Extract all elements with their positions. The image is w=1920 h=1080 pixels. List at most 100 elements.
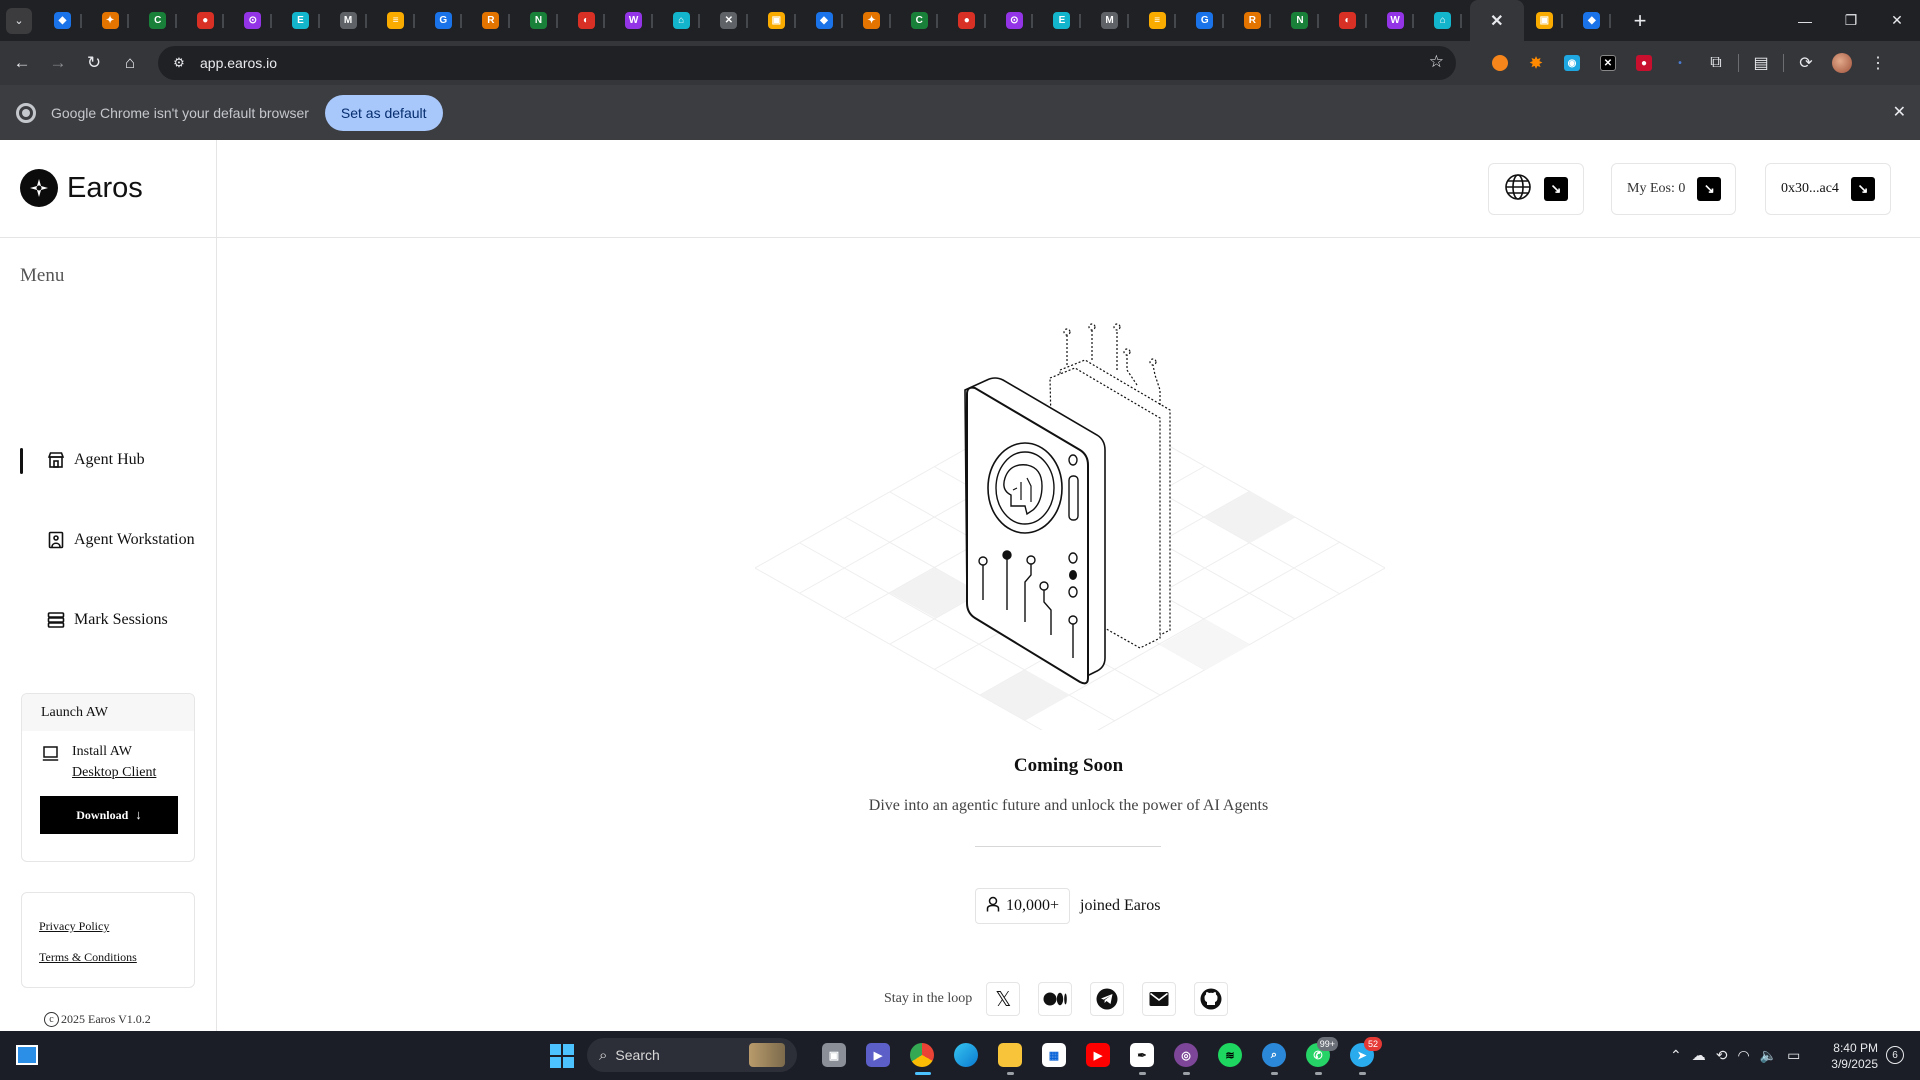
- close-icon[interactable]: ✕: [1488, 12, 1505, 30]
- browser-tab[interactable]: C: [137, 0, 185, 41]
- tab-active[interactable]: ✕: [1469, 0, 1524, 41]
- clock[interactable]: 8:40 PM 3/9/2025: [1820, 1040, 1878, 1072]
- clock-time: 8:40 PM: [1833, 1041, 1878, 1055]
- language-button[interactable]: ↘: [1488, 163, 1584, 215]
- browser-tab[interactable]: ✕: [708, 0, 756, 41]
- chevron-up-icon[interactable]: ⌃: [1670, 1047, 1682, 1064]
- site-info-icon[interactable]: ⚙: [164, 55, 194, 71]
- browser-tab[interactable]: ⌂: [661, 0, 709, 41]
- taskbar-search[interactable]: ⌕ Search: [587, 1038, 797, 1072]
- nav-item-agent-hub[interactable]: Agent Hub: [0, 440, 216, 480]
- maximize-button[interactable]: ❐: [1828, 0, 1874, 41]
- browser-tab[interactable]: ◆: [804, 0, 852, 41]
- red-extension-icon[interactable]: ●: [1626, 46, 1662, 80]
- browser-tab[interactable]: R: [1232, 0, 1280, 41]
- pen-app-icon[interactable]: ✒: [1120, 1037, 1164, 1075]
- address-bar[interactable]: ⚙ app.earos.io ☆: [158, 46, 1456, 80]
- browser-tab[interactable]: ◐: [1327, 0, 1375, 41]
- browser-tab[interactable]: G: [1184, 0, 1232, 41]
- bookmark-star-icon[interactable]: ☆: [1429, 52, 1444, 72]
- bluebox-extension-icon[interactable]: ◉: [1554, 46, 1590, 80]
- browser-tab[interactable]: R: [470, 0, 518, 41]
- browser-tab[interactable]: ◐: [566, 0, 614, 41]
- volume-icon[interactable]: 🔈: [1760, 1047, 1777, 1064]
- browser-tab[interactable]: W: [613, 0, 661, 41]
- spotify-app-icon[interactable]: ≋: [1208, 1037, 1252, 1073]
- chrome-app-icon[interactable]: [900, 1037, 944, 1075]
- x-twitter-link[interactable]: 𝕏: [986, 982, 1021, 1016]
- brand[interactable]: Earos: [20, 168, 143, 208]
- browser-tab[interactable]: ●: [946, 0, 994, 41]
- new-tab-button[interactable]: +: [1625, 6, 1655, 36]
- browser-tab[interactable]: E: [280, 0, 328, 41]
- privacy-policy-link[interactable]: Privacy Policy: [39, 919, 109, 934]
- infobar-close-icon[interactable]: ✕: [1893, 102, 1906, 122]
- browser-tab[interactable]: ◆: [42, 0, 90, 41]
- reload-button[interactable]: ↻: [76, 45, 112, 81]
- set-as-default-button[interactable]: Set as default: [324, 94, 443, 131]
- file-explorer-icon[interactable]: [988, 1037, 1032, 1075]
- browser-tab[interactable]: W: [1375, 0, 1423, 41]
- update-icon[interactable]: ⟲: [1716, 1047, 1728, 1064]
- browser-tab[interactable]: ▣: [756, 0, 804, 41]
- cross-extension-icon[interactable]: ✕: [1590, 46, 1626, 80]
- desktop-widget-icon[interactable]: [16, 1045, 38, 1065]
- magnifier-app-icon[interactable]: ⌕: [1252, 1037, 1296, 1075]
- wallet-button[interactable]: 0x30...ac4 ↘: [1765, 163, 1891, 215]
- my-eos-button[interactable]: My Eos: 0 ↘: [1611, 163, 1736, 215]
- browser-tab[interactable]: ⌂: [1422, 0, 1470, 41]
- browser-tab[interactable]: ⊙: [994, 0, 1042, 41]
- battery-icon[interactable]: ▭: [1787, 1047, 1800, 1064]
- profile-avatar[interactable]: [1824, 46, 1860, 80]
- email-link[interactable]: [1142, 982, 1177, 1016]
- minimize-button[interactable]: —: [1782, 0, 1828, 41]
- browser-tab[interactable]: N: [518, 0, 566, 41]
- browser-tab[interactable]: ≡: [375, 0, 423, 41]
- youtube-app-icon[interactable]: ▶: [1076, 1037, 1120, 1073]
- browser-tab[interactable]: ●: [185, 0, 233, 41]
- medium-link[interactable]: [1038, 982, 1073, 1016]
- home-button[interactable]: ⌂: [112, 45, 148, 81]
- notification-count[interactable]: 6: [1886, 1046, 1904, 1064]
- task-view-button[interactable]: ▣: [812, 1037, 856, 1073]
- metamask-extension-icon[interactable]: [1482, 46, 1518, 80]
- browser-tab[interactable]: ▣: [1524, 0, 1572, 41]
- wifi-icon[interactable]: ◠: [1737, 1047, 1749, 1064]
- github-link[interactable]: [1194, 982, 1229, 1016]
- reading-mode-icon[interactable]: ▤: [1743, 46, 1779, 80]
- browser-tab[interactable]: M: [328, 0, 376, 41]
- browser-tab[interactable]: ◆: [1571, 0, 1619, 41]
- teams-app-icon[interactable]: ▶: [856, 1037, 900, 1073]
- close-window-button[interactable]: ✕: [1874, 0, 1920, 41]
- store-app-icon[interactable]: ▦: [1032, 1037, 1076, 1073]
- browser-tab[interactable]: C: [899, 0, 947, 41]
- telegram-link[interactable]: [1090, 982, 1125, 1016]
- puzzle-extensions-icon[interactable]: ⧉: [1698, 46, 1734, 80]
- terms-link[interactable]: Terms & Conditions: [39, 950, 137, 965]
- download-button[interactable]: Download ↓: [40, 796, 178, 834]
- browser-tab[interactable]: M: [1089, 0, 1137, 41]
- browser-tab[interactable]: N: [1279, 0, 1327, 41]
- nav-item-mark-sessions[interactable]: Mark Sessions: [0, 600, 216, 640]
- back-button[interactable]: ←: [4, 45, 40, 81]
- nav-item-agent-workstation[interactable]: Agent Workstation: [0, 520, 216, 560]
- browser-tab[interactable]: ✦: [851, 0, 899, 41]
- tab-search-button[interactable]: ⌄: [6, 7, 32, 34]
- whatsapp-app-icon[interactable]: ✆ 99+: [1296, 1037, 1340, 1075]
- sync-icon[interactable]: ⟳: [1788, 46, 1824, 80]
- telegram-app-icon[interactable]: ➤ 52: [1340, 1037, 1384, 1075]
- forward-button[interactable]: →: [40, 45, 76, 81]
- dot-extension-icon[interactable]: •: [1662, 46, 1698, 80]
- onedrive-icon[interactable]: ☁: [1692, 1047, 1706, 1064]
- browser-tab[interactable]: ⊙: [232, 0, 280, 41]
- chrome-menu-icon[interactable]: ⋮: [1860, 46, 1896, 80]
- tor-browser-icon[interactable]: ◎: [1164, 1037, 1208, 1075]
- start-button[interactable]: [550, 1044, 574, 1068]
- desktop-client-link[interactable]: Desktop Client: [72, 762, 182, 783]
- browser-tab[interactable]: G: [423, 0, 471, 41]
- edge-app-icon[interactable]: [944, 1037, 988, 1073]
- browser-tab[interactable]: ≡: [1137, 0, 1185, 41]
- spark-extension-icon[interactable]: ✸: [1518, 46, 1554, 80]
- browser-tab[interactable]: ✦: [90, 0, 138, 41]
- browser-tab[interactable]: E: [1041, 0, 1089, 41]
